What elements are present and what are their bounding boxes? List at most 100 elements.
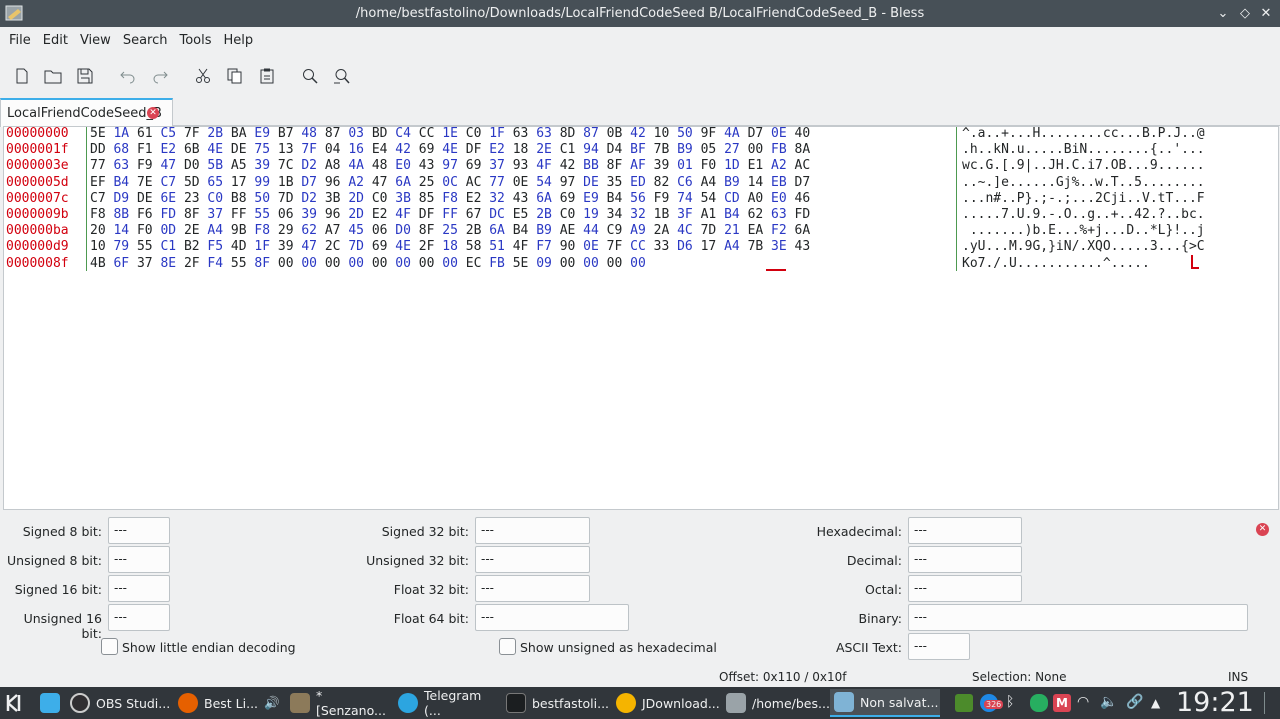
minimize-icon[interactable]: ⌄ <box>1213 0 1233 27</box>
hex-byte[interactable]: 34 <box>607 207 623 222</box>
hex-byte[interactable]: 69 <box>419 142 435 157</box>
hex-byte[interactable]: D2 <box>301 158 317 173</box>
hex-byte[interactable]: DC <box>489 207 505 222</box>
hex-byte[interactable]: E9 <box>583 191 599 206</box>
hex-byte[interactable]: 68 <box>113 142 129 157</box>
paste-icon[interactable] <box>257 66 277 86</box>
hex-byte[interactable]: 01 <box>677 158 693 173</box>
hex-byte[interactable]: F8 <box>90 207 106 222</box>
hex-byte[interactable]: 7F <box>184 127 200 141</box>
hex-byte[interactable]: 7C <box>278 158 294 173</box>
tray-green-icon[interactable] <box>1030 694 1048 712</box>
hex-byte[interactable]: D7 <box>748 127 764 141</box>
hex-byte[interactable]: 7F <box>301 142 317 157</box>
hex-byte[interactable]: A2 <box>348 175 364 190</box>
hex-byte[interactable]: 18 <box>513 142 529 157</box>
redo-icon[interactable] <box>150 66 170 86</box>
hex-byte[interactable]: EF <box>90 175 106 190</box>
task-unsaved[interactable]: Non salvat... <box>830 689 940 717</box>
tray-app-icon[interactable] <box>955 694 973 712</box>
hex-byte[interactable]: 87 <box>583 127 599 141</box>
hex-byte[interactable]: 58 <box>466 239 482 254</box>
hex-byte[interactable]: C0 <box>560 207 576 222</box>
hex-byte[interactable]: 8F <box>419 223 435 238</box>
hex-byte[interactable]: 8B <box>113 207 129 222</box>
hex-row[interactable]: 4B 6F 37 8E 2F F4 55 8F 00 00 00 00 00 0… <box>90 256 810 272</box>
hex-byte[interactable]: 90 <box>560 239 576 254</box>
hex-row[interactable]: EF B4 7E C7 5D 65 17 99 1B D7 96 A2 47 6… <box>90 175 810 191</box>
hex-byte[interactable]: 4E <box>395 239 411 254</box>
hex-byte[interactable]: D9 <box>113 191 129 206</box>
hex-byte[interactable]: 37 <box>137 256 153 271</box>
ascii-row[interactable]: Ko7./.U...........^..... <box>962 256 1205 272</box>
hex-byte[interactable]: 77 <box>489 175 505 190</box>
show-desktop-icon[interactable] <box>1264 692 1276 714</box>
hex-byte[interactable]: 21 <box>724 223 740 238</box>
hex-byte[interactable]: 2E <box>536 142 552 157</box>
hex-byte[interactable]: C9 <box>607 223 623 238</box>
wifi-icon[interactable]: ◠ <box>1077 694 1095 712</box>
hex-byte[interactable]: 6E <box>160 191 176 206</box>
hex-byte[interactable]: 20 <box>90 223 106 238</box>
hex-byte[interactable]: F7 <box>536 239 552 254</box>
hex-byte[interactable]: 3E <box>771 239 787 254</box>
hex-byte[interactable]: 50 <box>677 127 693 141</box>
hex-byte[interactable]: 6A <box>536 191 552 206</box>
hex-byte[interactable]: 1B <box>278 175 294 190</box>
kde-launcher-icon[interactable] <box>4 689 34 717</box>
hex-byte[interactable]: F1 <box>137 142 153 157</box>
hex-byte[interactable]: 65 <box>207 175 223 190</box>
hex-byte[interactable]: 6A <box>395 175 411 190</box>
hex-byte[interactable]: A5 <box>231 158 247 173</box>
hex-byte[interactable]: 18 <box>442 239 458 254</box>
hex-byte[interactable]: AC <box>466 175 482 190</box>
hex-byte[interactable]: 55 <box>137 239 153 254</box>
hex-byte[interactable]: 1F <box>254 239 270 254</box>
hex-byte[interactable]: BA <box>231 127 247 141</box>
hex-byte[interactable]: 63 <box>771 207 787 222</box>
hex-byte[interactable]: E1 <box>748 158 764 173</box>
hex-byte[interactable]: EC <box>466 256 482 271</box>
hex-byte[interactable]: 00 <box>442 256 458 271</box>
hex-byte[interactable]: 00 <box>395 256 411 271</box>
hex-byte[interactable]: E2 <box>466 191 482 206</box>
hex-byte[interactable]: 3B <box>325 191 341 206</box>
hex-byte[interactable]: C1 <box>160 239 176 254</box>
hex-byte[interactable]: 0D <box>160 223 176 238</box>
hex-byte[interactable]: 2B <box>207 127 223 141</box>
hex-byte[interactable]: 00 <box>748 142 764 157</box>
cut-icon[interactable] <box>193 66 213 86</box>
hex-byte[interactable]: FB <box>771 142 787 157</box>
hex-byte[interactable]: DE <box>583 175 599 190</box>
hex-byte[interactable]: 10 <box>654 127 670 141</box>
hex-byte[interactable]: 40 <box>795 127 811 141</box>
hex-byte[interactable]: DD <box>90 142 106 157</box>
copy-icon[interactable] <box>225 66 245 86</box>
ascii-row[interactable]: ...n#..P}.;-.;...2Cji..V.tT...F <box>962 191 1205 207</box>
hex-byte[interactable]: 63 <box>536 127 552 141</box>
hex-byte[interactable]: 7F <box>607 239 623 254</box>
hex-byte[interactable]: EA <box>748 223 764 238</box>
panel-close-icon[interactable]: ✕ <box>1256 523 1269 536</box>
tray-expand-icon[interactable]: ▲ <box>1151 694 1169 712</box>
hex-byte[interactable]: 43 <box>419 158 435 173</box>
hex-byte[interactable]: 69 <box>560 191 576 206</box>
hex-byte[interactable]: D2 <box>301 191 317 206</box>
tray-badge-icon[interactable]: 326 <box>980 694 1004 712</box>
octal-field[interactable]: --- <box>908 575 1022 602</box>
little-endian-checkbox[interactable] <box>101 638 118 655</box>
hex-byte[interactable]: 1F <box>489 127 505 141</box>
hex-byte[interactable]: 56 <box>630 191 646 206</box>
float64-field[interactable]: --- <box>475 604 629 631</box>
hex-byte[interactable]: B2 <box>184 239 200 254</box>
hex-byte[interactable]: D7 <box>301 175 317 190</box>
hex-byte[interactable]: 06 <box>372 223 388 238</box>
tab-close-icon[interactable]: ✕ <box>147 107 159 119</box>
hex-byte[interactable]: 00 <box>560 256 576 271</box>
hex-byte[interactable]: 7D <box>348 239 364 254</box>
hex-byte[interactable]: 99 <box>254 175 270 190</box>
file-manager-icon[interactable] <box>40 689 64 717</box>
hex-byte[interactable]: 94 <box>583 142 599 157</box>
hex-byte[interactable]: 39 <box>301 207 317 222</box>
ascii-row[interactable]: ..~.]e......Gj%..w.T..5........ <box>962 175 1205 191</box>
